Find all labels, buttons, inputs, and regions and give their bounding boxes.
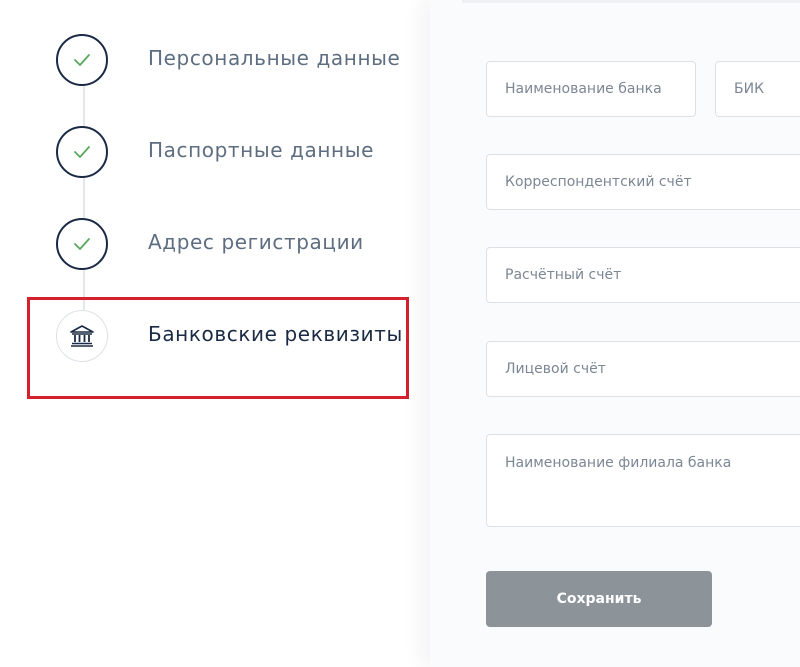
step-label: Персональные данные [148, 46, 401, 70]
bik-input[interactable]: БИК [715, 61, 800, 117]
step-connector [83, 86, 85, 126]
step-status-circle [56, 126, 108, 178]
step-connector [83, 178, 85, 218]
corr-account-input[interactable]: Корреспондентский счёт [486, 154, 800, 210]
step-label: Адрес регистрации [148, 230, 364, 254]
registration-stepper: Персональные данные Паспортные данные Ад… [0, 0, 430, 667]
check-icon [74, 238, 90, 250]
save-button[interactable]: Сохранить [486, 571, 712, 627]
check-icon [74, 146, 90, 158]
step-label: Паспортные данные [148, 138, 375, 162]
step-registration-address[interactable]: Адрес регистрации [56, 218, 416, 272]
settlement-account-input[interactable]: Расчётный счёт [486, 247, 800, 303]
branch-name-textarea[interactable]: Наименование филиала банка [486, 434, 800, 527]
step-status-circle [56, 218, 108, 270]
bank-details-page: Персональные данные Паспортные данные Ад… [0, 0, 800, 667]
check-icon [74, 54, 90, 66]
bank-name-placeholder: Наименование банка [505, 81, 662, 97]
bank-name-input[interactable]: Наименование банка [486, 61, 696, 117]
panel-top-edge [462, 0, 800, 3]
settlement-account-placeholder: Расчётный счёт [505, 267, 622, 283]
corr-account-placeholder: Корреспондентский счёт [505, 174, 692, 190]
step-status-circle [56, 34, 108, 86]
step-passport-data[interactable]: Паспортные данные [56, 126, 416, 180]
branch-name-placeholder: Наименование филиала банка [505, 455, 732, 471]
highlight-annotation [27, 297, 409, 399]
personal-account-placeholder: Лицевой счёт [505, 361, 606, 377]
bik-placeholder: БИК [734, 81, 765, 97]
personal-account-input[interactable]: Лицевой счёт [486, 341, 800, 397]
step-personal-data[interactable]: Персональные данные [56, 34, 416, 88]
